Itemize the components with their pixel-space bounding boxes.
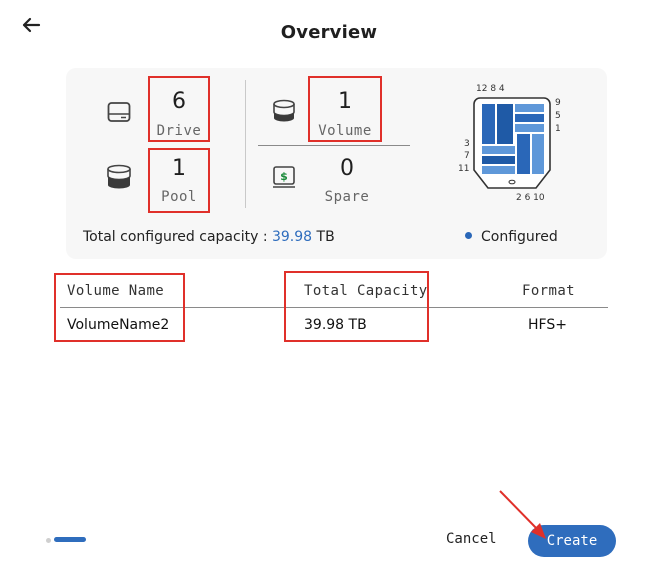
volume-label: Volume — [318, 123, 372, 139]
drive-label: Drive — [156, 123, 202, 139]
summary-divider-horizontal — [258, 145, 410, 146]
cell-volume-name: VolumeName2 — [67, 317, 170, 333]
page-dot — [46, 538, 51, 543]
column-header-format: Format — [522, 283, 575, 299]
column-header-total-capacity: Total Capacity — [304, 283, 428, 299]
spare-label: Spare — [324, 189, 370, 205]
configured-dot-icon — [465, 232, 472, 239]
diagram-left-number-2: 7 — [464, 151, 470, 161]
page-dot-active — [54, 537, 86, 542]
drive-count: 6 — [172, 89, 186, 114]
diagram-left-number-1: 3 — [464, 139, 470, 149]
summary-divider-vertical — [245, 80, 246, 208]
diagram-right-number-3: 1 — [555, 124, 561, 134]
pool-label: Pool — [161, 189, 197, 205]
legend-label: Configured — [481, 229, 558, 245]
diagram-bottom-numbers: 2 6 10 — [516, 193, 545, 203]
legend-configured: Configured — [465, 229, 558, 245]
cancel-button[interactable]: Cancel — [446, 531, 497, 547]
volume-count: 1 — [338, 89, 352, 114]
table-header-divider — [60, 307, 608, 308]
total-capacity-unit: TB — [312, 229, 335, 245]
total-capacity-value: 39.98 — [271, 229, 313, 245]
diagram-left-number-3: 11 — [458, 164, 469, 174]
cell-format: HFS+ — [528, 317, 567, 333]
diagram-right-number-2: 5 — [555, 111, 561, 121]
page-title: Overview — [280, 22, 378, 43]
diagram-top-numbers: 12 8 4 — [476, 84, 505, 94]
diagram-right-number-1: 9 — [555, 98, 561, 108]
spare-drive-icon: $ — [273, 166, 295, 188]
total-capacity-label: Total configured capacity : — [83, 229, 272, 245]
column-header-volume-name: Volume Name — [67, 283, 165, 299]
total-capacity-text: Total configured capacity : 39.98 TB — [83, 229, 335, 245]
drive-bay-diagram: 12 8 4 9 5 1 3 7 11 2 6 10 — [458, 84, 561, 203]
pool-count: 1 — [172, 156, 186, 181]
svg-text:$: $ — [280, 170, 288, 183]
volume-stack-icon — [273, 99, 295, 122]
spare-count: 0 — [340, 156, 354, 181]
pool-cylinder-icon — [107, 164, 131, 189]
create-button[interactable]: Create — [528, 525, 616, 557]
cell-total-capacity: 39.98 TB — [304, 317, 367, 333]
hard-drive-icon — [107, 102, 131, 122]
